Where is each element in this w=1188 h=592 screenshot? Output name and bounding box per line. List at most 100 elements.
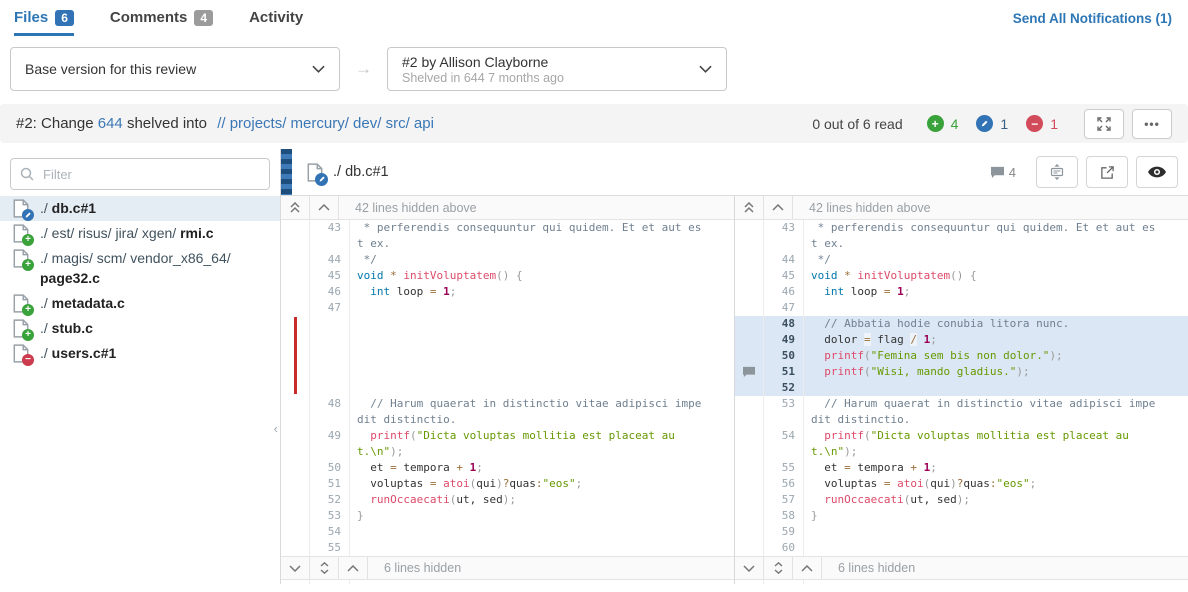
file-list-item[interactable]: +./ magis/ scm/ vendor_x86_64/ page32.c (0, 246, 280, 291)
line-number: 47 (310, 300, 350, 316)
deleted-lines-marker (294, 317, 297, 394)
code-line: 43 * perferendis consequuntur qui quidem… (735, 220, 1188, 252)
line-gutter (735, 524, 764, 540)
code-text: * perferendis consequuntur qui quidem. E… (350, 220, 707, 252)
line-gutter[interactable] (735, 364, 764, 380)
code-line: 51 printf("Wisi, mando gladius."); (735, 364, 1188, 380)
file-list-item[interactable]: +./ stub.c (0, 316, 280, 341)
file-add-icon: + (13, 249, 29, 268)
expand-up-button[interactable] (793, 557, 822, 579)
line-number: 45 (764, 268, 804, 284)
comments-count-badge: 4 (194, 10, 213, 26)
line-number: 49 (310, 428, 350, 460)
edited-files-stat: 1 (976, 115, 1008, 132)
expand-down-button[interactable] (735, 557, 764, 579)
hidden-above-label: 42 lines hidden above (809, 201, 931, 215)
expand-both-button[interactable] (310, 557, 339, 579)
code-text: */ (350, 252, 707, 268)
toggle-comments-button[interactable] (1036, 156, 1078, 188)
diff-file-actions: 4 (990, 156, 1178, 188)
tab-comments-label: Comments (110, 9, 188, 26)
chevron-down-icon (289, 565, 301, 572)
hidden-lines-below-bar: 6 lines hidden (735, 556, 1188, 580)
mark-read-button[interactable] (1136, 156, 1178, 188)
code-text: et = tempora + 1; (350, 460, 707, 476)
fullscreen-button[interactable] (1084, 109, 1124, 139)
open-file-button[interactable] (1086, 156, 1128, 188)
line-number: 44 (764, 252, 804, 268)
file-list-item[interactable]: ./ db.c#1 (0, 196, 280, 221)
double-chevron-up-icon (289, 202, 301, 213)
file-scroll-indicator[interactable] (281, 149, 292, 195)
change-number-link[interactable]: 644 (98, 115, 123, 132)
line-number: 60 (764, 540, 804, 556)
send-all-notifications-link[interactable]: Send All Notifications (1) (1013, 11, 1172, 26)
file-add-icon: + (13, 224, 29, 243)
code-text (804, 524, 1161, 540)
code-text (804, 300, 1161, 316)
tab-activity[interactable]: Activity (249, 9, 303, 36)
tab-activity-label: Activity (249, 9, 303, 26)
code-line: 49 printf("Dicta voluptas mollitia est p… (281, 428, 734, 460)
more-options-button[interactable]: ••• (1132, 109, 1172, 139)
tab-files[interactable]: Files 6 (14, 9, 74, 36)
line-number (310, 316, 350, 396)
pencil-circle-icon (976, 115, 993, 132)
diff-file-title: ./ db.c#1 (333, 164, 389, 180)
line-gutter (735, 492, 764, 508)
code-line: 55 (281, 540, 734, 556)
code-line: 46 int loop = 1; (735, 284, 1188, 300)
comment-bubble-icon (742, 366, 756, 378)
expand-up-button[interactable] (310, 196, 339, 219)
expand-up-button[interactable] (339, 557, 368, 579)
version-selector-row: Base version for this review → #2 by All… (10, 47, 1188, 91)
code-text: runOccaecati(ut, sed); (804, 492, 1161, 508)
plus-badge-icon: + (22, 304, 34, 316)
file-list-item[interactable]: −./ users.c#1 (0, 341, 280, 366)
code-body-left: 43 * perferendis consequuntur qui quidem… (281, 220, 734, 556)
code-line: 53} (281, 508, 734, 524)
code-text (350, 316, 707, 396)
base-version-select[interactable]: Base version for this review (10, 47, 340, 91)
file-list-item[interactable]: + ./ metadata.c (0, 291, 280, 316)
expand-both-button[interactable] (764, 557, 793, 579)
line-gutter (735, 220, 764, 252)
target-version-select[interactable]: #2 by Allison Clayborne Shelved in 644 7… (387, 47, 727, 91)
plus-badge-icon: + (22, 259, 34, 271)
chevron-down-icon (699, 65, 712, 73)
base-version-label: Base version for this review (25, 61, 196, 77)
expand-all-up-button[interactable] (735, 196, 764, 219)
code-text: // Abbatia hodie conubia litora nunc. (804, 316, 1161, 332)
code-text: printf("Dicta voluptas mollitia est plac… (804, 428, 1161, 460)
code-text (804, 540, 1161, 556)
line-gutter (281, 396, 310, 428)
code-line: 48 // Abbatia hodie conubia litora nunc. (735, 316, 1188, 332)
expand-down-button[interactable] (281, 557, 310, 579)
code-text: // Harum quaerat in distinctio vitae adi… (350, 396, 707, 428)
depot-path-breadcrumb[interactable]: // projects/ mercury/ dev/ src/ api (217, 115, 434, 132)
tab-comments[interactable]: Comments 4 (110, 9, 213, 36)
code-text: printf("Femina sem bis non dolor."); (804, 348, 1161, 364)
review-title: #2: Change 644 shelved into // projects/… (16, 115, 434, 132)
diff-gap-row (281, 316, 734, 396)
line-gutter (281, 220, 310, 252)
file-list-item[interactable]: +./ est/ risus/ jira/ xgen/ rmi.c (0, 221, 280, 246)
eye-icon (1148, 166, 1166, 178)
file-path-label: ./ users.c#1 (40, 343, 116, 363)
code-text (350, 540, 707, 556)
line-gutter (735, 508, 764, 524)
code-line: 54 printf("Dicta voluptas mollitia est p… (735, 428, 1188, 460)
expand-up-button[interactable] (764, 196, 793, 219)
line-gutter (281, 540, 310, 556)
filter-input[interactable] (10, 158, 270, 190)
expand-vertical-icon (773, 562, 784, 574)
file-path-label: ./ metadata.c (40, 293, 125, 313)
plus-circle-icon: + (927, 115, 944, 132)
minus-badge-icon: − (22, 354, 34, 366)
line-number: 49 (764, 332, 804, 348)
expand-all-up-button[interactable] (281, 196, 310, 219)
code-text: int loop = 1; (350, 284, 707, 300)
line-gutter (735, 540, 764, 556)
code-text (350, 300, 707, 316)
sidebar-collapse-handle[interactable]: ‹ (274, 421, 278, 436)
